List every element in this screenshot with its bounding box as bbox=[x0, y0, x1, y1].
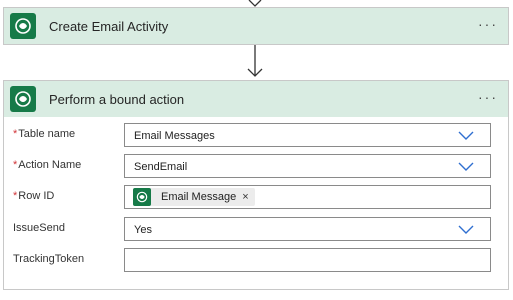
field-value: SendEmail bbox=[134, 161, 188, 173]
field-label: IssueSend bbox=[13, 222, 65, 234]
step-header[interactable]: Create Email Activity ··· bbox=[4, 8, 508, 44]
step-title: Create Email Activity bbox=[49, 18, 169, 34]
step-card-perform-bound-action[interactable]: Perform a bound action ··· *Table name E… bbox=[3, 80, 509, 290]
dataverse-logo-icon bbox=[133, 188, 151, 206]
field-row-id: *Row ID Email Message × bbox=[4, 185, 508, 209]
row-id-input[interactable]: Email Message × bbox=[124, 185, 491, 209]
dataverse-logo-icon bbox=[10, 13, 36, 39]
action-name-dropdown[interactable]: SendEmail bbox=[124, 154, 491, 178]
chevron-down-icon[interactable] bbox=[458, 225, 474, 235]
field-value: Yes bbox=[134, 224, 152, 236]
more-options-icon[interactable]: ··· bbox=[478, 90, 498, 104]
issue-send-dropdown[interactable]: Yes bbox=[124, 217, 491, 241]
field-label: TrackingToken bbox=[13, 253, 85, 265]
chevron-down-icon[interactable] bbox=[458, 131, 474, 141]
table-name-dropdown[interactable]: Email Messages bbox=[124, 123, 491, 147]
token-label: Email Message bbox=[161, 191, 237, 203]
field-label: *Action Name bbox=[13, 159, 82, 171]
step-header[interactable]: Perform a bound action ··· bbox=[4, 81, 508, 117]
tracking-token-input[interactable] bbox=[124, 248, 491, 272]
field-value: Email Messages bbox=[134, 130, 215, 142]
step-card-create-email-activity[interactable]: Create Email Activity ··· bbox=[3, 7, 509, 45]
dataverse-logo-icon bbox=[10, 86, 36, 112]
connector-arrow-icon bbox=[247, 45, 263, 77]
dynamic-content-token[interactable]: Email Message × bbox=[133, 188, 255, 206]
field-action-name: *Action Name SendEmail bbox=[4, 154, 508, 178]
field-label: *Table name bbox=[13, 128, 76, 140]
chevron-down-icon[interactable] bbox=[458, 162, 474, 172]
step-title: Perform a bound action bbox=[49, 91, 185, 107]
field-tracking-token: TrackingToken bbox=[4, 248, 508, 272]
field-table-name: *Table name Email Messages bbox=[4, 123, 508, 147]
remove-token-icon[interactable]: × bbox=[242, 191, 248, 203]
field-label: *Row ID bbox=[13, 190, 55, 202]
field-issue-send: IssueSend Yes bbox=[4, 217, 508, 241]
more-options-icon[interactable]: ··· bbox=[478, 17, 498, 31]
